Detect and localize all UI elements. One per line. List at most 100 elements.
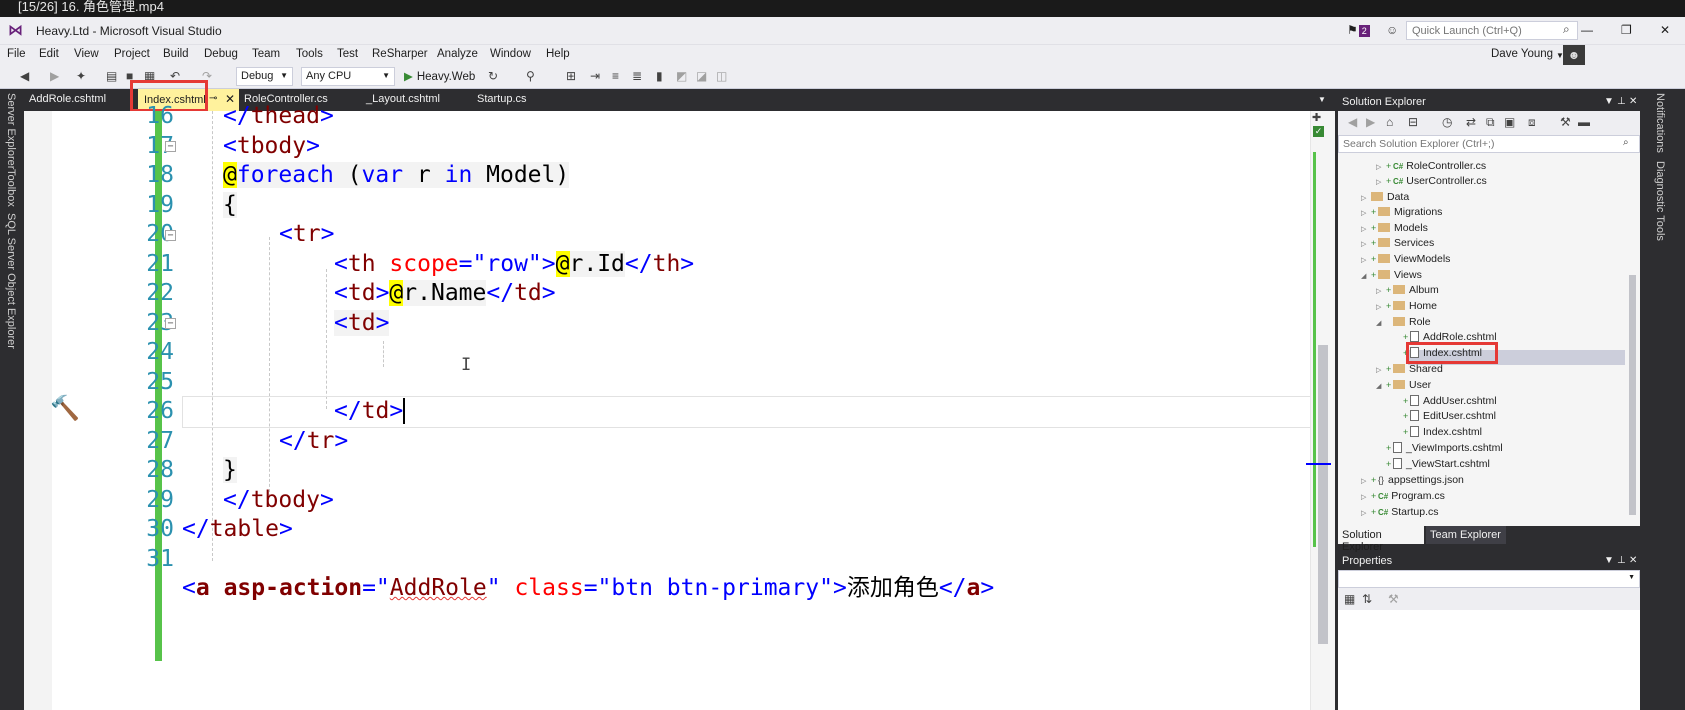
avatar[interactable]: ☻ [1563,45,1585,65]
expand-icon[interactable]: ▷ [1376,285,1386,299]
tree-item[interactable]: ▷ + C# Startup.cs [1361,505,1439,521]
menu-view[interactable]: View [74,48,99,60]
tree-item[interactable]: + AddRole.cshtml [1393,330,1497,344]
categorized-icon[interactable]: ▦ [1344,592,1355,606]
menu-tools[interactable]: Tools [296,48,323,60]
forward-icon[interactable]: ▶ [1366,115,1375,129]
show-all-files-icon[interactable]: ▣ [1504,115,1515,129]
tree-item[interactable]: + Index.cshtml [1393,425,1482,439]
step-icon[interactable]: ⇥ [590,69,600,83]
notifications-tab[interactable]: Notifications [1654,93,1666,153]
preview-icon[interactable]: ⧈ [1528,115,1536,129]
open-file-icon[interactable]: ▤ [106,69,117,83]
tree-item[interactable]: ▷ + Services [1361,236,1434,252]
close-icon[interactable]: ✕ [1629,555,1637,566]
dropdown-icon[interactable]: ▼ [1604,555,1614,566]
tree-item[interactable]: ▷ + C# UserController.cs [1376,174,1487,190]
sql-server-object-explorer-tab[interactable]: SQL Server Object Explorer [5,213,17,349]
tree-item[interactable]: ▷ + ViewModels [1361,252,1450,268]
tree-item[interactable]: ▷ + Models [1361,221,1428,237]
collapse-icon[interactable]: ◢ [1376,380,1386,394]
expand-icon[interactable]: ▷ [1361,491,1371,505]
tree-item[interactable]: ▷ + Shared [1376,362,1443,378]
tree-item[interactable]: ▷ + C# Program.cs [1361,489,1445,505]
platform-select[interactable]: Any CPU ▼ [301,67,395,86]
tab-layout[interactable]: _Layout.cshtml [366,93,440,105]
bookmark-icon[interactable]: ▮ [656,69,663,83]
menu-project[interactable]: Project [114,48,150,60]
undo-icon[interactable]: ↶ [170,69,180,83]
quick-action-hammer-icon[interactable]: 🔨 [50,394,80,423]
tree-item[interactable]: ◢ Role [1376,315,1431,331]
menu-edit[interactable]: Edit [39,48,59,60]
expand-icon[interactable]: ▷ [1361,238,1371,252]
scrollbar-thumb[interactable] [1318,345,1328,644]
user-name[interactable]: Dave Young [1491,48,1553,60]
find-icon[interactable]: ⚲ [526,69,535,83]
expand-icon[interactable]: ▷ [1376,301,1386,315]
uncomment-icon[interactable]: ≣ [632,69,642,83]
quick-launch-input[interactable] [1406,21,1578,40]
prev-bookmark-icon[interactable]: ◩ [676,69,687,83]
tree-item[interactable]: + _ViewImports.cshtml [1376,441,1503,455]
tree-item[interactable]: + AddUser.cshtml [1393,394,1497,408]
search-icon[interactable]: ⌕ [1563,22,1570,37]
tree-item[interactable]: + _ViewStart.cshtml [1376,457,1490,471]
menu-file[interactable]: File [7,48,26,60]
tab-solution-explorer[interactable]: Solution Explorer [1338,526,1424,553]
split-window-icon[interactable]: ✚ [1312,111,1321,124]
tree-item-selected[interactable]: + Index.cshtml [1393,346,1482,360]
expand-icon[interactable]: ▷ [1361,254,1371,268]
tree-item[interactable]: + EditUser.cshtml [1393,409,1496,423]
menu-analyze[interactable]: Analyze [437,48,478,60]
dropdown-icon[interactable]: ▼ [1604,96,1614,107]
pending-changes-icon[interactable]: ◷ [1442,115,1452,129]
notifications-flag-icon[interactable]: ⚑ 2 [1347,23,1370,37]
expand-icon[interactable]: ▷ [1361,475,1371,489]
expand-icon[interactable]: ▷ [1361,207,1371,221]
tree-item[interactable]: ▷ + Album [1376,283,1439,299]
menu-debug[interactable]: Debug [204,48,238,60]
scrollbar-thumb[interactable] [1629,275,1636,515]
restore-icon[interactable]: ❐ [1621,23,1632,37]
expand-icon[interactable]: ▷ [1361,507,1371,521]
expand-icon[interactable]: ▷ [1376,176,1386,190]
tree-item[interactable]: ◢ + Views [1361,268,1422,284]
properties-icon[interactable]: ⚒ [1560,115,1571,129]
menu-help[interactable]: Help [546,48,570,60]
menu-test[interactable]: Test [337,48,358,60]
home-icon[interactable]: ⌂ [1386,115,1393,129]
menu-build[interactable]: Build [163,48,189,60]
search-icon[interactable]: ⌕ [1623,137,1629,148]
start-debugging-button[interactable]: ▶ Heavy.Web [404,69,475,83]
solution-explorer-search-input[interactable] [1338,135,1640,153]
new-project-icon[interactable]: ✦ [76,69,86,83]
collapse-all-icon[interactable]: ⧉ [1486,115,1495,129]
save-icon[interactable]: ■ [126,69,133,83]
breakpoint-icon[interactable]: ⊞ [566,69,576,83]
pin-icon[interactable]: ⊥ [1617,555,1626,566]
switch-views-icon[interactable]: ⊟ [1408,115,1418,129]
tree-item[interactable]: ▷ + Migrations [1361,205,1442,221]
sync-icon[interactable]: ⇄ [1466,115,1476,129]
expand-icon[interactable]: ▷ [1376,364,1386,378]
feedback-icon[interactable]: ☺ [1386,23,1398,37]
back-icon[interactable]: ◀ [1348,115,1357,129]
minimize-icon[interactable]: — [1581,23,1593,37]
close-icon[interactable]: ✕ [1660,23,1670,37]
refresh-icon[interactable]: ↻ [488,69,498,83]
minus-icon[interactable]: ▬ [1578,115,1590,129]
tree-item[interactable]: ▷ +{} appsettings.json [1361,473,1464,489]
clear-bookmarks-icon[interactable]: ◫ [716,69,727,83]
tree-item[interactable]: ▷ + C# RoleController.cs [1376,159,1486,175]
collapse-icon[interactable]: − [165,141,176,152]
collapse-icon[interactable]: − [165,318,176,329]
property-pages-icon[interactable]: ⚒ [1388,592,1399,606]
collapse-icon[interactable]: ◢ [1376,317,1386,331]
tab-startup[interactable]: Startup.cs [477,93,527,105]
expand-icon[interactable]: ▷ [1376,161,1386,175]
tab-dropdown-icon[interactable]: ▼ [1318,95,1326,104]
toolbox-tab[interactable]: Toolbox [5,169,17,207]
collapse-icon[interactable]: − [165,230,176,241]
diagnostic-tools-tab[interactable]: Diagnostic Tools [1654,161,1666,241]
